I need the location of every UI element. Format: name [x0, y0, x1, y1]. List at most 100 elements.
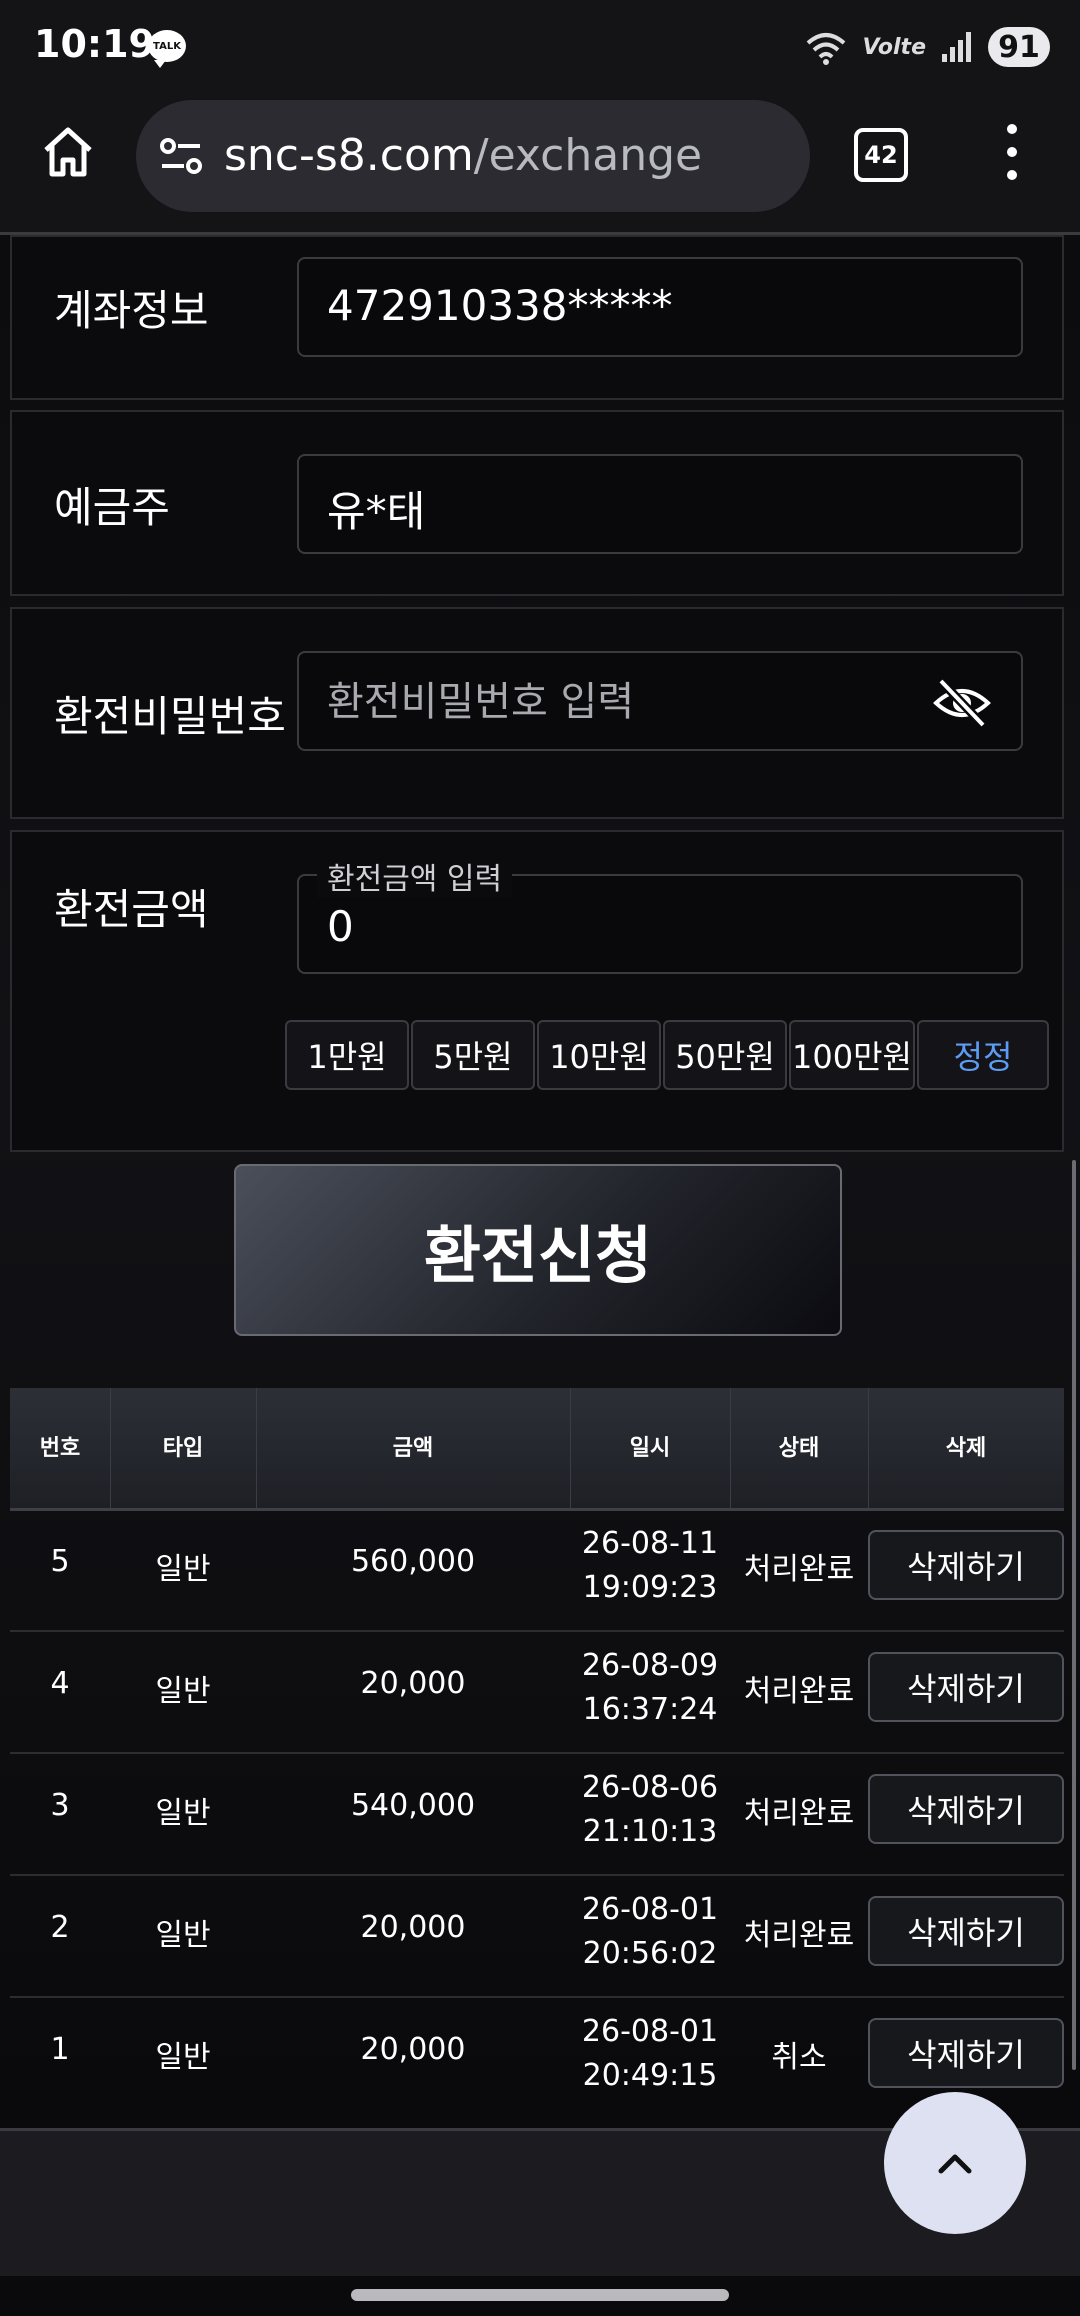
correct-button[interactable]: 정정	[917, 1020, 1049, 1090]
account-info-field: 472910338*****	[297, 257, 1023, 357]
account-info-row: 계좌정보 472910338*****	[10, 235, 1064, 400]
row-datetime: 26-08-06 21:10:13	[570, 1766, 730, 1854]
battery-indicator: 91	[988, 27, 1050, 67]
amount-quick-select: 1만원 5만원 10만원 50만원 100만원 정정	[285, 1020, 1051, 1090]
exchange-password-row: 환전비밀번호	[10, 607, 1064, 819]
wifi-icon	[807, 33, 846, 65]
exchange-amount-field[interactable]: 환전금액 입력 0	[297, 854, 1023, 974]
header-amount: 금액	[392, 1436, 434, 1461]
header-type: 타입	[162, 1436, 204, 1461]
row-amount: 20,000	[360, 1666, 466, 1701]
header-number: 번호	[39, 1436, 81, 1461]
chip-10k-button[interactable]: 1만원	[285, 1020, 409, 1090]
tune-icon[interactable]	[158, 134, 204, 180]
delete-button[interactable]: 삭제하기	[868, 2018, 1064, 2088]
row-datetime: 26-08-01 20:56:02	[570, 1888, 730, 1976]
more-menu-icon[interactable]	[1000, 124, 1024, 180]
chevron-up-icon	[938, 2154, 972, 2174]
row-type: 일반	[155, 1796, 211, 1831]
exchange-amount-label: 환전금액	[54, 885, 209, 934]
row-datetime: 26-08-09 16:37:24	[570, 1644, 730, 1732]
page-scrollbar[interactable]	[1072, 1160, 1076, 2070]
row-date: 26-08-01	[581, 2014, 719, 2049]
row-status: 처리완료	[743, 1918, 855, 1953]
delete-button[interactable]: 삭제하기	[868, 1774, 1064, 1844]
exchange-amount-value[interactable]: 0	[327, 902, 354, 951]
kakaotalk-notification-icon: TALK	[148, 30, 186, 68]
scroll-to-top-button[interactable]	[884, 2092, 1026, 2234]
home-icon[interactable]	[38, 122, 98, 182]
row-amount: 540,000	[350, 1788, 476, 1823]
history-table-header: 번호 타입 금액 일시 상태 삭제	[10, 1388, 1064, 1511]
row-number: 2	[50, 1910, 70, 1945]
row-amount: 20,000	[360, 1910, 466, 1945]
table-row: 4 일반 20,000 26-08-09 16:37:24 처리완료 삭제하기	[10, 1630, 1064, 1754]
address-bar[interactable]: snc-s8.com/exchange	[136, 100, 810, 212]
exchange-amount-floating-label: 환전금액 입력	[317, 854, 513, 898]
account-holder-field: 유*태	[297, 454, 1023, 554]
row-date: 26-08-11	[581, 1526, 719, 1561]
row-time: 19:09:23	[582, 1570, 718, 1605]
status-bar: 10:19 TALK Volte 91	[0, 0, 1080, 92]
eye-off-icon[interactable]	[933, 677, 991, 729]
row-number: 3	[50, 1788, 70, 1823]
status-time: 10:19	[34, 22, 155, 66]
exchange-amount-row: 환전금액 환전금액 입력 0	[10, 830, 1064, 1152]
signal-icon	[942, 32, 971, 62]
delete-button[interactable]: 삭제하기	[868, 1652, 1064, 1722]
exchange-password-field[interactable]	[297, 651, 1023, 751]
row-time: 20:49:15	[582, 2058, 718, 2093]
row-amount: 560,000	[350, 1544, 476, 1579]
chip-500k-button[interactable]: 50만원	[663, 1020, 787, 1090]
row-status: 취소	[771, 2040, 827, 2075]
url-domain: snc-s8.com	[224, 130, 474, 181]
account-holder-value: 유*태	[327, 487, 426, 536]
row-datetime: 26-08-01 20:49:15	[570, 2010, 730, 2098]
row-date: 26-08-09	[581, 1648, 719, 1683]
url-path: /exchange	[473, 130, 703, 181]
table-row: 3 일반 540,000 26-08-06 21:10:13 처리완료 삭제하기	[10, 1752, 1064, 1876]
row-number: 1	[50, 2032, 70, 2067]
row-type: 일반	[155, 1674, 211, 1709]
row-time: 16:37:24	[582, 1692, 718, 1727]
chip-100k-button[interactable]: 10만원	[537, 1020, 661, 1090]
exchange-submit-button[interactable]: 환전신청	[234, 1164, 842, 1336]
header-delete: 삭제	[945, 1436, 987, 1461]
row-number: 4	[50, 1666, 70, 1701]
header-datetime: 일시	[629, 1436, 671, 1461]
row-status: 처리완료	[743, 1552, 855, 1587]
delete-button[interactable]: 삭제하기	[868, 1896, 1064, 1966]
row-date: 26-08-01	[581, 1892, 719, 1927]
gesture-nav-handle[interactable]	[351, 2289, 729, 2301]
account-info-value: 472910338*****	[327, 281, 673, 330]
table-row: 5 일반 560,000 26-08-11 19:09:23 처리완료 삭제하기	[10, 1508, 1064, 1632]
row-status: 처리완료	[743, 1674, 855, 1709]
exchange-password-input[interactable]	[325, 673, 929, 731]
row-amount: 20,000	[360, 2032, 466, 2067]
row-time: 21:10:13	[582, 1814, 718, 1849]
row-type: 일반	[155, 1552, 211, 1587]
chip-50k-button[interactable]: 5만원	[411, 1020, 535, 1090]
tab-switcher-button[interactable]: 42	[854, 128, 908, 182]
volte-indicator: Volte	[862, 34, 926, 60]
row-type: 일반	[155, 1918, 211, 1953]
exchange-page: 10:19 TALK Volte 91 snc-s8.com/exchange …	[0, 0, 1080, 2316]
browser-toolbar: snc-s8.com/exchange 42	[0, 92, 1080, 235]
row-status: 처리완료	[743, 1796, 855, 1831]
row-datetime: 26-08-11 19:09:23	[570, 1522, 730, 1610]
account-holder-row: 예금주 유*태	[10, 410, 1064, 596]
table-row: 1 일반 20,000 26-08-01 20:49:15 취소 삭제하기	[10, 1996, 1064, 2118]
delete-button[interactable]: 삭제하기	[868, 1530, 1064, 1600]
row-date: 26-08-06	[581, 1770, 719, 1805]
table-row: 2 일반 20,000 26-08-01 20:56:02 처리완료 삭제하기	[10, 1874, 1064, 1998]
url-text: snc-s8.com/exchange	[224, 130, 702, 181]
account-info-label: 계좌정보	[54, 286, 209, 335]
exchange-password-label: 환전비밀번호	[54, 692, 286, 741]
row-time: 20:56:02	[582, 1936, 718, 1971]
status-icons: Volte 91	[804, 24, 1050, 70]
row-number: 5	[50, 1544, 70, 1579]
chip-1m-button[interactable]: 100만원	[789, 1020, 915, 1090]
row-type: 일반	[155, 2040, 211, 2075]
header-status: 상태	[778, 1436, 820, 1461]
account-holder-label: 예금주	[54, 483, 170, 532]
